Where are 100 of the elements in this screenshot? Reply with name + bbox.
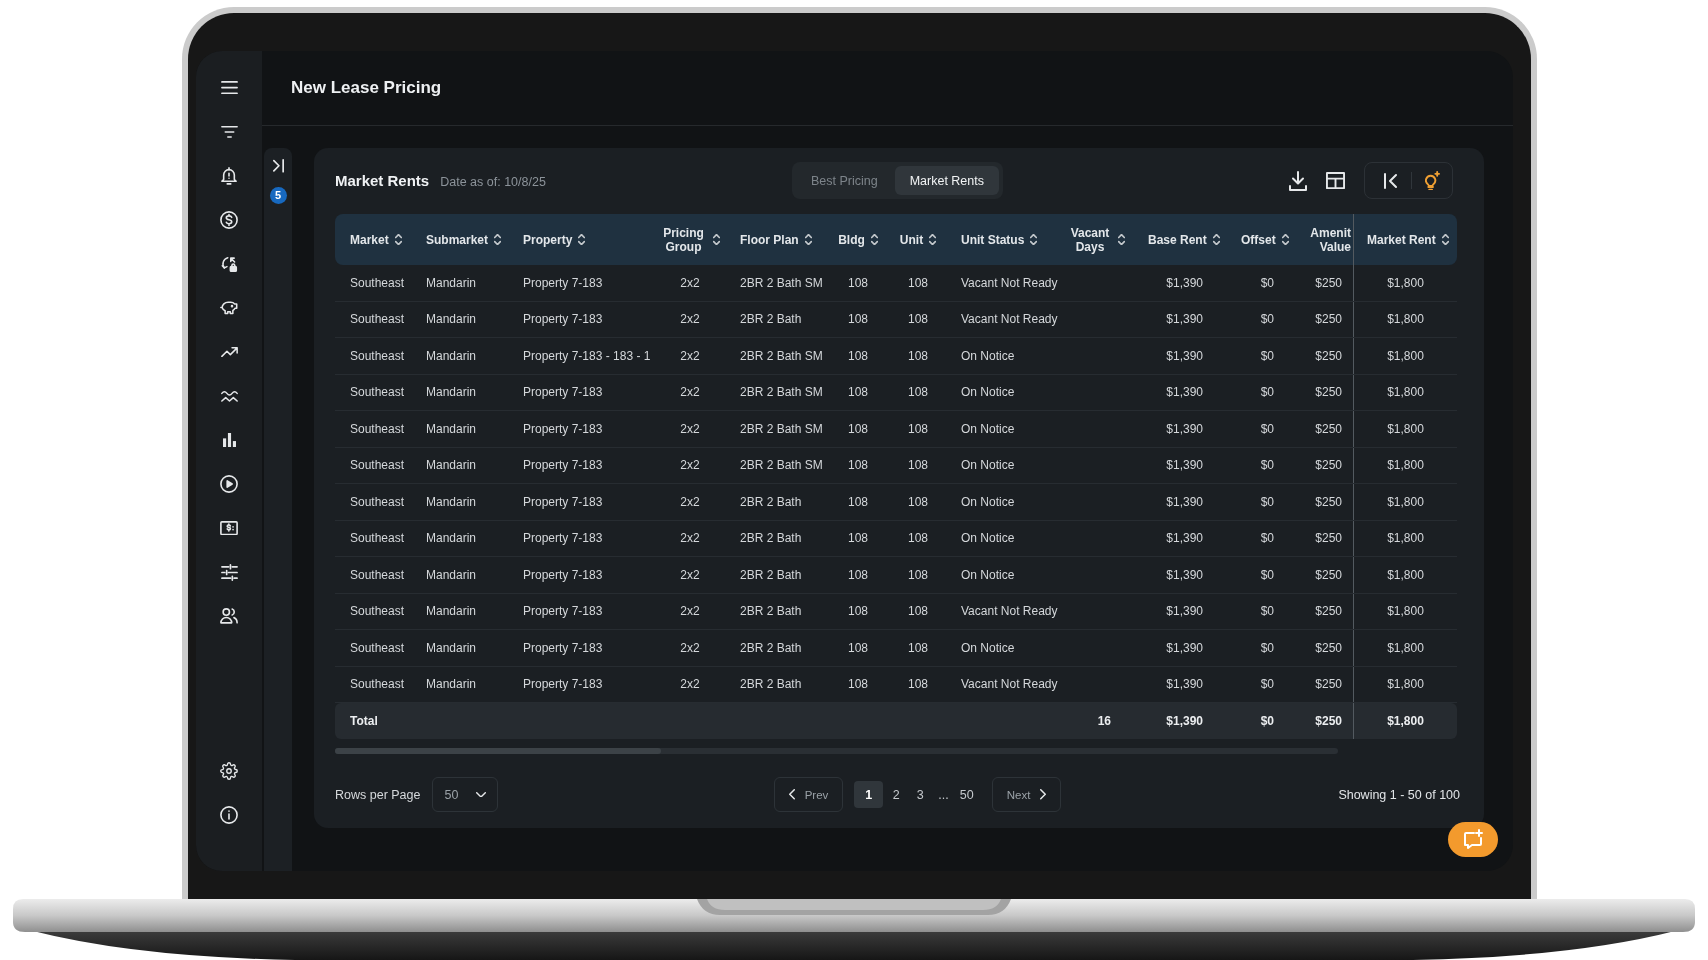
filter-icon[interactable] [220, 126, 238, 138]
table-cell-text: 2BR 2 Bath SM [739, 384, 824, 402]
prev-button[interactable]: Prev [773, 777, 844, 812]
expand-panel-icon[interactable] [272, 159, 284, 173]
sort-icon[interactable] [394, 233, 402, 246]
chat-button[interactable] [1448, 822, 1498, 857]
scrollbar-thumb[interactable] [335, 748, 661, 754]
table-cell-text: 2BR 2 Bath SM [739, 457, 824, 475]
table-cell-text: $1,390 [1165, 493, 1204, 511]
table-cell-text: 2x2 [679, 639, 701, 657]
info-icon[interactable] [220, 806, 238, 824]
sort-icon[interactable] [870, 233, 878, 246]
column-header[interactable]: Property [508, 214, 655, 265]
next-button[interactable]: Next [991, 777, 1062, 812]
table-cell-text: Property 7-183 [522, 420, 604, 438]
table-cell-text: 108 [907, 639, 929, 657]
dollar-circle-icon[interactable] [220, 211, 238, 229]
table-cell-text: 2BR 2 Bath SM [739, 420, 824, 438]
table-cell-text: $0 [1259, 639, 1275, 657]
column-header[interactable]: Base Rent [1133, 214, 1226, 265]
rows-per-page-label: Rows per Page [335, 787, 421, 802]
view-tab[interactable]: Market Rents [894, 166, 999, 195]
table-cell-text: Mandarin [425, 274, 478, 292]
pagination-summary: Showing 1 - 50 of 100 [1338, 787, 1460, 802]
table-cell-text: $250 [1314, 566, 1343, 584]
table-cell-text: Southeast [349, 676, 406, 694]
column-header[interactable]: Vacant Days [1060, 214, 1133, 265]
table-cell-text: $1,390 [1165, 311, 1204, 329]
table-cell-text: Property 7-183 [522, 274, 604, 292]
rows-per-page-select[interactable]: 50 [432, 777, 499, 812]
table-cell-text: $250 [1314, 603, 1343, 621]
chevron-down-icon [476, 791, 487, 798]
column-header[interactable]: Unit Status [946, 214, 1060, 265]
page-button[interactable]: 50 [955, 781, 978, 808]
total-cell-text: $0 [1259, 713, 1275, 730]
table-cell-text: Mandarin [425, 420, 478, 438]
collapse-left-icon[interactable] [1384, 172, 1397, 189]
table-cell-text: 108 [907, 384, 929, 402]
view-tab[interactable]: Best Pricing [795, 166, 893, 195]
column-header[interactable]: Pricing Group [655, 214, 725, 265]
menu-icon[interactable] [220, 81, 238, 95]
table-cell-text: $250 [1314, 457, 1343, 475]
dollar-card-icon[interactable] [220, 520, 238, 536]
sort-icon[interactable] [804, 233, 812, 246]
table-cell-text: Property 7-183 [522, 603, 604, 621]
column-header[interactable]: Floor Plan [725, 214, 826, 265]
sort-icon[interactable] [929, 233, 937, 246]
settings-icon[interactable] [220, 762, 238, 780]
date-label: Date as of: 10/8/25 [440, 175, 546, 189]
sort-icon[interactable] [1212, 233, 1220, 246]
table-cell-text: Southeast [349, 603, 406, 621]
sort-icon[interactable] [1441, 233, 1449, 246]
sort-icon[interactable] [494, 233, 502, 246]
column-header[interactable]: Unit [890, 214, 946, 265]
sliders-icon[interactable] [220, 563, 238, 581]
table-cell-text: $250 [1314, 347, 1343, 365]
table-cell-text: 108 [847, 274, 869, 292]
bell-icon[interactable] [221, 167, 237, 185]
sort-icon[interactable] [712, 233, 720, 246]
table-cell-text: 108 [907, 676, 929, 694]
bar-chart-icon[interactable] [222, 432, 236, 448]
sort-icon[interactable] [1030, 233, 1038, 246]
rotate-lock-icon[interactable] [220, 255, 238, 273]
page-button[interactable]: 2 [885, 781, 908, 808]
lightbulb-sparkle-icon[interactable] [1425, 170, 1440, 191]
column-header[interactable]: Market [335, 214, 411, 265]
column-header[interactable]: Offset [1226, 214, 1300, 265]
table-cell-text: On Notice [960, 457, 1016, 475]
table-cell-text: 2BR 2 Bath [739, 493, 803, 511]
download-icon[interactable] [1289, 170, 1307, 191]
column-header[interactable]: Bldg [826, 214, 890, 265]
table-cell: $1,800 [1353, 374, 1457, 410]
column-header[interactable]: Submarket [411, 214, 508, 265]
table-cell-text: 108 [907, 420, 929, 438]
sort-icon[interactable] [1281, 233, 1289, 246]
page-button[interactable]: 1 [854, 781, 884, 808]
wave-lines-icon[interactable] [220, 390, 238, 402]
table-cell-text: 2BR 2 Bath [739, 639, 803, 657]
piggy-bank-icon[interactable] [220, 301, 238, 315]
people-icon[interactable] [220, 608, 238, 624]
sort-icon[interactable] [578, 233, 586, 246]
table-cell-text: Mandarin [425, 603, 478, 621]
table-cell-text: $1,390 [1165, 420, 1204, 438]
column-header[interactable]: Amenit Value [1300, 214, 1353, 265]
trend-up-icon[interactable] [220, 346, 238, 358]
table-cell-text: $0 [1259, 274, 1275, 292]
table-cell-text: Mandarin [425, 566, 478, 584]
column-header[interactable]: Market Rent [1353, 214, 1457, 265]
table-cell-text: 108 [847, 347, 869, 365]
table-cell-text: 2x2 [679, 676, 701, 694]
layout-icon[interactable] [1326, 171, 1345, 190]
page-button[interactable]: 3 [909, 781, 932, 808]
table-cell-text: 108 [847, 639, 869, 657]
card-title: Market Rents [335, 172, 430, 189]
play-circle-icon[interactable] [220, 475, 238, 493]
table-cell-text: 108 [847, 457, 869, 475]
table-cell-text: $250 [1314, 493, 1343, 511]
sort-icon[interactable] [1118, 233, 1125, 246]
table-cell-text: 108 [907, 603, 929, 621]
table-cell-text: 2BR 2 Bath SM [739, 347, 824, 365]
